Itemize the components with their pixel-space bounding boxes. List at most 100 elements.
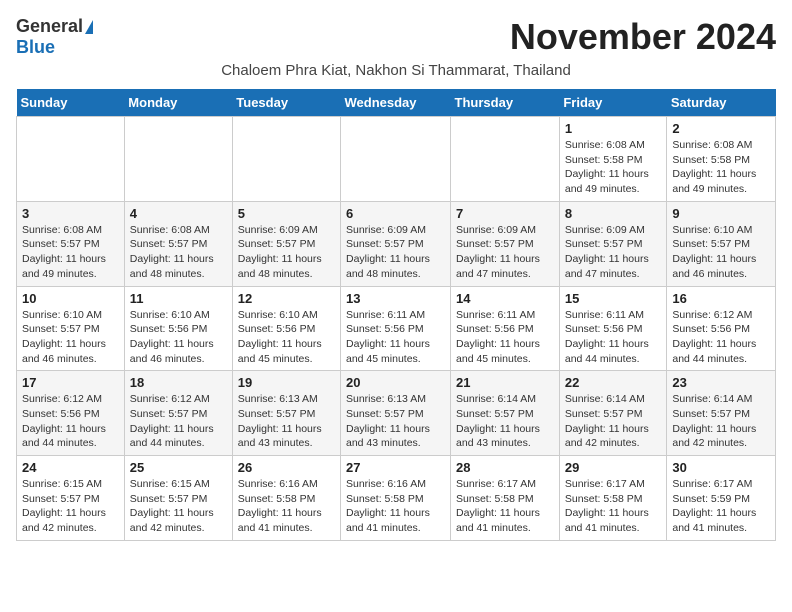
logo-general-text: General: [16, 16, 83, 37]
calendar-table: SundayMondayTuesdayWednesdayThursdayFrid…: [16, 89, 776, 541]
day-info: Sunrise: 6:10 AM Sunset: 5:57 PM Dayligh…: [672, 223, 770, 282]
calendar-cell: [232, 117, 340, 202]
calendar-cell: 16 Sunrise: 6:12 AM Sunset: 5:56 PM Dayli…: [667, 286, 776, 371]
location-subtitle: Chaloem Phra Kiat, Nakhon Si Thammarat, …: [16, 62, 776, 79]
day-number: 11: [130, 291, 227, 306]
day-info: Sunrise: 6:08 AM Sunset: 5:57 PM Dayligh…: [22, 223, 119, 282]
day-info: Sunrise: 6:14 AM Sunset: 5:57 PM Dayligh…: [565, 392, 662, 451]
day-info: Sunrise: 6:08 AM Sunset: 5:57 PM Dayligh…: [130, 223, 227, 282]
day-info: Sunrise: 6:15 AM Sunset: 5:57 PM Dayligh…: [22, 477, 119, 536]
day-number: 16: [672, 291, 770, 306]
calendar-cell: 30 Sunrise: 6:17 AM Sunset: 5:59 PM Dayli…: [667, 456, 776, 541]
month-title: November 2024: [510, 16, 776, 58]
day-number: 12: [238, 291, 335, 306]
day-number: 4: [130, 206, 227, 221]
calendar-cell: 9 Sunrise: 6:10 AM Sunset: 5:57 PM Daylig…: [667, 201, 776, 286]
day-number: 3: [22, 206, 119, 221]
day-info: Sunrise: 6:10 AM Sunset: 5:56 PM Dayligh…: [130, 308, 227, 367]
calendar-cell: 7 Sunrise: 6:09 AM Sunset: 5:57 PM Daylig…: [451, 201, 560, 286]
day-number: 17: [22, 375, 119, 390]
day-info: Sunrise: 6:14 AM Sunset: 5:57 PM Dayligh…: [456, 392, 554, 451]
day-header-friday: Friday: [559, 89, 667, 117]
day-number: 28: [456, 460, 554, 475]
calendar-cell: [341, 117, 451, 202]
day-info: Sunrise: 6:13 AM Sunset: 5:57 PM Dayligh…: [346, 392, 445, 451]
calendar-cell: [124, 117, 232, 202]
calendar-cell: 10 Sunrise: 6:10 AM Sunset: 5:57 PM Dayli…: [17, 286, 125, 371]
logo-blue-text: Blue: [16, 37, 55, 58]
day-info: Sunrise: 6:11 AM Sunset: 5:56 PM Dayligh…: [456, 308, 554, 367]
logo: General Blue: [16, 16, 93, 58]
day-info: Sunrise: 6:16 AM Sunset: 5:58 PM Dayligh…: [346, 477, 445, 536]
day-number: 24: [22, 460, 119, 475]
day-info: Sunrise: 6:12 AM Sunset: 5:56 PM Dayligh…: [22, 392, 119, 451]
day-info: Sunrise: 6:10 AM Sunset: 5:57 PM Dayligh…: [22, 308, 119, 367]
day-number: 14: [456, 291, 554, 306]
calendar-cell: 11 Sunrise: 6:10 AM Sunset: 5:56 PM Dayli…: [124, 286, 232, 371]
day-number: 9: [672, 206, 770, 221]
calendar-cell: [17, 117, 125, 202]
calendar-cell: 29 Sunrise: 6:17 AM Sunset: 5:58 PM Dayli…: [559, 456, 667, 541]
day-info: Sunrise: 6:12 AM Sunset: 5:57 PM Dayligh…: [130, 392, 227, 451]
day-info: Sunrise: 6:12 AM Sunset: 5:56 PM Dayligh…: [672, 308, 770, 367]
day-header-thursday: Thursday: [451, 89, 560, 117]
calendar-cell: 2 Sunrise: 6:08 AM Sunset: 5:58 PM Daylig…: [667, 117, 776, 202]
calendar-header-row: SundayMondayTuesdayWednesdayThursdayFrid…: [17, 89, 776, 117]
day-number: 18: [130, 375, 227, 390]
day-number: 10: [22, 291, 119, 306]
calendar-cell: 27 Sunrise: 6:16 AM Sunset: 5:58 PM Dayli…: [341, 456, 451, 541]
day-info: Sunrise: 6:14 AM Sunset: 5:57 PM Dayligh…: [672, 392, 770, 451]
calendar-cell: 19 Sunrise: 6:13 AM Sunset: 5:57 PM Dayli…: [232, 371, 340, 456]
calendar-cell: [451, 117, 560, 202]
calendar-cell: 24 Sunrise: 6:15 AM Sunset: 5:57 PM Dayli…: [17, 456, 125, 541]
day-header-monday: Monday: [124, 89, 232, 117]
day-header-tuesday: Tuesday: [232, 89, 340, 117]
day-info: Sunrise: 6:09 AM Sunset: 5:57 PM Dayligh…: [456, 223, 554, 282]
day-number: 29: [565, 460, 662, 475]
calendar-cell: 1Sunrise: 6:08 AM Sunset: 5:58 PM Daylig…: [559, 117, 667, 202]
day-number: 1: [565, 121, 662, 136]
day-number: 23: [672, 375, 770, 390]
calendar-cell: 3 Sunrise: 6:08 AM Sunset: 5:57 PM Daylig…: [17, 201, 125, 286]
calendar-week-row: 24 Sunrise: 6:15 AM Sunset: 5:57 PM Dayli…: [17, 456, 776, 541]
day-info: Sunrise: 6:08 AM Sunset: 5:58 PM Dayligh…: [672, 138, 770, 197]
calendar-week-row: 1 Sunrise: 6:08 AM Sunset: 5:58 PM Daylig…: [17, 117, 776, 202]
calendar-cell: 6Sunrise: 6:09 AM Sunset: 5:57 PM Daylig…: [341, 201, 451, 286]
day-number: 20: [346, 375, 445, 390]
calendar-cell: 12 Sunrise: 6:10 AM Sunset: 5:56 PM Dayli…: [232, 286, 340, 371]
day-number: 5: [238, 206, 335, 221]
calendar-cell: 25Sunrise: 6:15 AM Sunset: 5:57 PM Dayli…: [124, 456, 232, 541]
day-number: 27: [346, 460, 445, 475]
day-info: Sunrise: 6:10 AM Sunset: 5:56 PM Dayligh…: [238, 308, 335, 367]
calendar-cell: 26 Sunrise: 6:16 AM Sunset: 5:58 PM Dayli…: [232, 456, 340, 541]
day-number: 6: [346, 206, 445, 221]
day-header-wednesday: Wednesday: [341, 89, 451, 117]
calendar-cell: 23 Sunrise: 6:14 AM Sunset: 5:57 PM Dayli…: [667, 371, 776, 456]
day-info: Sunrise: 6:13 AM Sunset: 5:57 PM Dayligh…: [238, 392, 335, 451]
calendar-cell: 5Sunrise: 6:09 AM Sunset: 5:57 PM Daylig…: [232, 201, 340, 286]
day-number: 15: [565, 291, 662, 306]
calendar-cell: 21 Sunrise: 6:14 AM Sunset: 5:57 PM Dayli…: [451, 371, 560, 456]
calendar-cell: 17 Sunrise: 6:12 AM Sunset: 5:56 PM Dayli…: [17, 371, 125, 456]
day-info: Sunrise: 6:09 AM Sunset: 5:57 PM Dayligh…: [565, 223, 662, 282]
day-number: 22: [565, 375, 662, 390]
day-header-saturday: Saturday: [667, 89, 776, 117]
day-info: Sunrise: 6:11 AM Sunset: 5:56 PM Dayligh…: [346, 308, 445, 367]
day-info: Sunrise: 6:17 AM Sunset: 5:59 PM Dayligh…: [672, 477, 770, 536]
day-number: 19: [238, 375, 335, 390]
logo-icon: [85, 20, 93, 34]
calendar-cell: 14 Sunrise: 6:11 AM Sunset: 5:56 PM Dayli…: [451, 286, 560, 371]
page-header: General Blue November 2024: [16, 16, 776, 58]
calendar-week-row: 17 Sunrise: 6:12 AM Sunset: 5:56 PM Dayli…: [17, 371, 776, 456]
day-number: 26: [238, 460, 335, 475]
calendar-cell: 20 Sunrise: 6:13 AM Sunset: 5:57 PM Dayli…: [341, 371, 451, 456]
calendar-cell: 8 Sunrise: 6:09 AM Sunset: 5:57 PM Daylig…: [559, 201, 667, 286]
day-number: 8: [565, 206, 662, 221]
day-info: Sunrise: 6:17 AM Sunset: 5:58 PM Dayligh…: [565, 477, 662, 536]
calendar-week-row: 3 Sunrise: 6:08 AM Sunset: 5:57 PM Daylig…: [17, 201, 776, 286]
day-number: 21: [456, 375, 554, 390]
day-number: 7: [456, 206, 554, 221]
day-number: 2: [672, 121, 770, 136]
day-info: Sunrise: 6:16 AM Sunset: 5:58 PM Dayligh…: [238, 477, 335, 536]
day-number: 30: [672, 460, 770, 475]
